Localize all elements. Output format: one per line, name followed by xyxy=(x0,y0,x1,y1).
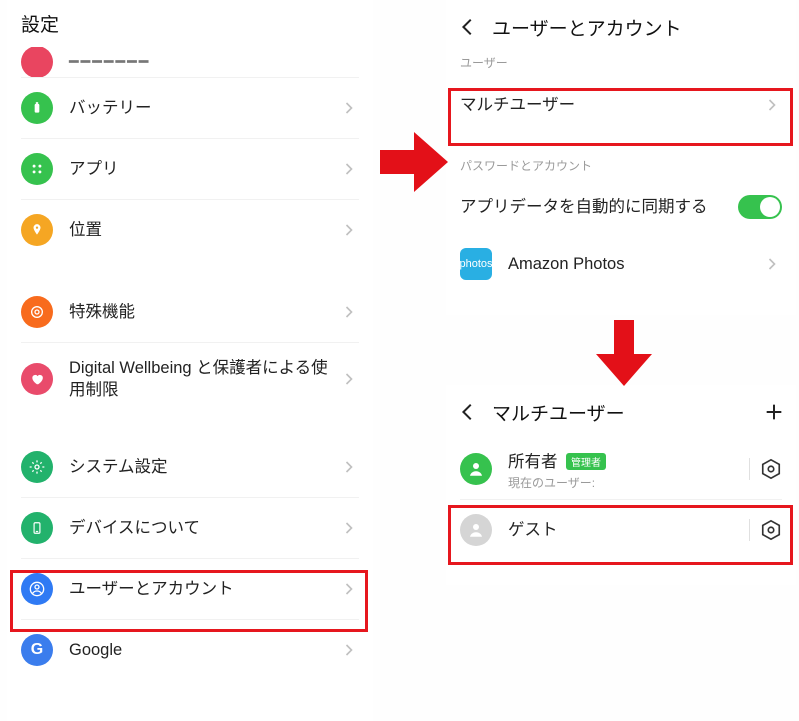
system-icon xyxy=(21,451,53,483)
owner-sublabel: 現在のユーザー: xyxy=(508,474,739,491)
section-label-user: ユーザー xyxy=(446,54,796,77)
chevron-right-icon xyxy=(339,302,359,322)
owner-label: 所有者 xyxy=(508,453,558,471)
location-icon xyxy=(21,214,53,246)
screen-title: ユーザーとアカウント xyxy=(492,14,682,41)
user-settings-icon[interactable] xyxy=(760,519,782,541)
list-item-wellbeing[interactable]: Digital Wellbeing と保護者による使用制限 xyxy=(7,343,373,415)
multiuser-screen: マルチユーザー 所有者 管理者 現在のユーザー: ゲスト xyxy=(446,385,796,585)
list-item-sync[interactable]: アプリデータを自動的に同期する xyxy=(446,180,796,234)
settings-screen: 設定 ━━━━━━━ バッテリー アプリ 位置 特殊機能 xyxy=(7,0,373,721)
list-item-battery[interactable]: バッテリー xyxy=(7,78,373,138)
list-item-location[interactable]: 位置 xyxy=(7,200,373,260)
list-item-google[interactable]: G Google xyxy=(7,620,373,680)
guest-avatar-icon xyxy=(460,514,492,546)
back-button[interactable] xyxy=(456,15,480,39)
device-icon xyxy=(21,512,53,544)
wellbeing-icon xyxy=(21,363,53,395)
chevron-right-icon xyxy=(339,518,359,538)
chevron-right-icon xyxy=(339,579,359,599)
chevron-right-icon xyxy=(339,457,359,477)
arrow-right-icon xyxy=(380,132,448,192)
list-item-users-accounts[interactable]: ユーザーとアカウント xyxy=(7,559,373,619)
users-icon xyxy=(21,573,53,605)
chevron-right-icon xyxy=(339,98,359,118)
amazon-photos-icon: photos xyxy=(460,248,492,280)
user-row-guest[interactable]: ゲスト xyxy=(446,500,796,560)
arrow-down-icon xyxy=(596,320,652,386)
add-user-button[interactable] xyxy=(762,400,786,424)
user-row-owner[interactable]: 所有者 管理者 現在のユーザー: xyxy=(446,439,796,499)
settings-title: 設定 xyxy=(7,0,373,47)
list-item-multiuser[interactable]: マルチユーザー xyxy=(446,77,796,133)
battery-icon xyxy=(21,92,53,124)
owner-badge: 管理者 xyxy=(566,453,606,470)
section-label-password-account: パスワードとアカウント xyxy=(446,157,796,180)
list-item-device[interactable]: デバイスについて xyxy=(7,498,373,558)
special-icon xyxy=(21,296,53,328)
list-item-system[interactable]: システム設定 xyxy=(7,437,373,497)
list-item-special[interactable]: 特殊機能 xyxy=(7,282,373,342)
chevron-right-icon xyxy=(339,159,359,179)
apps-icon xyxy=(21,153,53,185)
users-accounts-screen: ユーザーとアカウント ユーザー マルチユーザー パスワードとアカウント アプリデ… xyxy=(446,0,796,315)
back-button[interactable] xyxy=(456,400,480,424)
list-item-apps[interactable]: アプリ xyxy=(7,139,373,199)
chevron-right-icon xyxy=(339,220,359,240)
list-item-amazon-photos[interactable]: photos Amazon Photos xyxy=(446,234,796,294)
google-icon: G xyxy=(21,634,53,666)
chevron-right-icon xyxy=(339,640,359,660)
user-settings-icon[interactable] xyxy=(760,458,782,480)
list-item-cropped[interactable]: ━━━━━━━ xyxy=(7,47,373,77)
chevron-right-icon xyxy=(762,254,782,274)
sync-toggle[interactable] xyxy=(738,195,782,219)
chevron-right-icon xyxy=(762,95,782,115)
screen-title: マルチユーザー xyxy=(492,399,625,426)
chevron-right-icon xyxy=(339,369,359,389)
owner-avatar-icon xyxy=(460,453,492,485)
